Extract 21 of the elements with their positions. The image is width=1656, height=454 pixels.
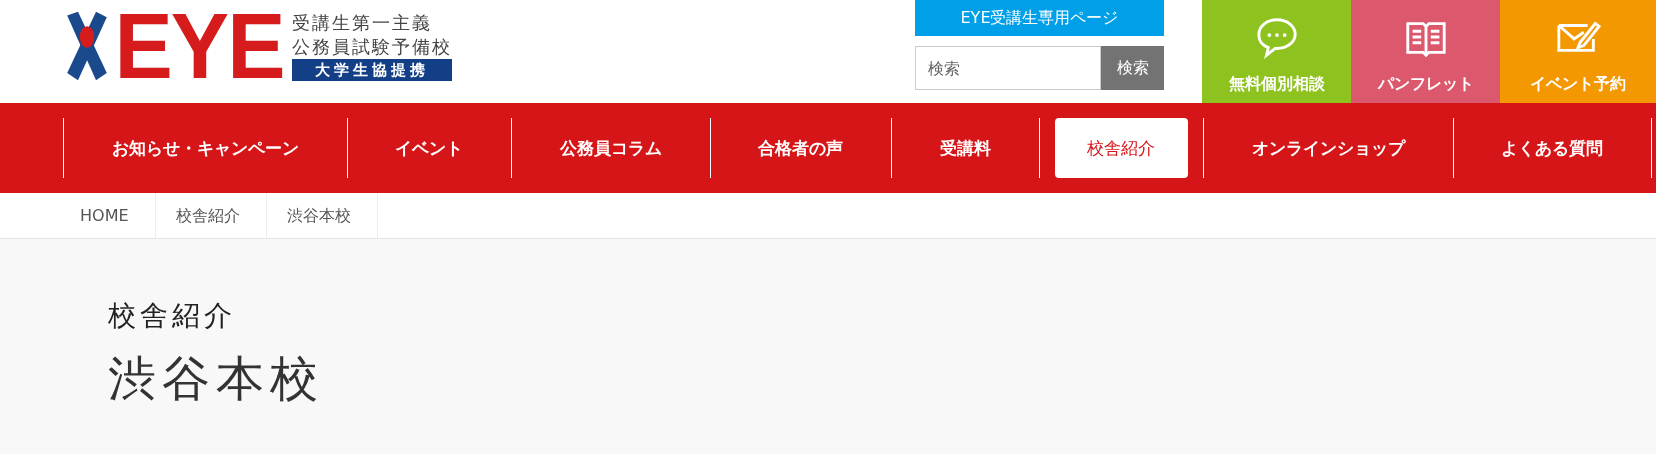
logo-badge: 大学生協提携 — [292, 59, 453, 81]
logo-tagline: 公務員試験予備校 — [292, 35, 453, 59]
nav-tab[interactable]: オンラインショップ — [1219, 118, 1438, 178]
breadcrumb-link[interactable]: 校舎紹介 — [155, 193, 267, 238]
nav-tab[interactable]: 受講料 — [907, 118, 1024, 178]
nav-tab[interactable]: 公務員コラム — [527, 118, 695, 178]
page-title: 渋谷本校 — [108, 349, 325, 408]
nav-tab[interactable]: お知らせ・キャンペーン — [79, 118, 332, 178]
page-category: 校舎紹介 — [108, 298, 237, 334]
logo-tagline: 受講生第一主義 — [292, 11, 434, 35]
breadcrumb-link[interactable]: HOME — [60, 193, 156, 238]
quick-link-tile[interactable]: パンフレット — [1351, 0, 1500, 103]
nav-tab[interactable]: 合格者の声 — [725, 118, 876, 178]
member-page-link[interactable]: EYE受講生専用ページ — [915, 0, 1164, 36]
logo-wordmark: EYE — [114, 9, 284, 83]
nav-tab[interactable]: 校舎紹介 — [1054, 118, 1188, 178]
search-button[interactable]: 検索 — [1101, 46, 1164, 90]
search-field[interactable]: 検索 — [915, 46, 1101, 90]
nav-tab[interactable]: よくある質問 — [1468, 118, 1636, 178]
nav-tab[interactable]: イベント — [362, 118, 496, 178]
breadcrumb-link[interactable]: 渋谷本校 — [266, 193, 378, 238]
